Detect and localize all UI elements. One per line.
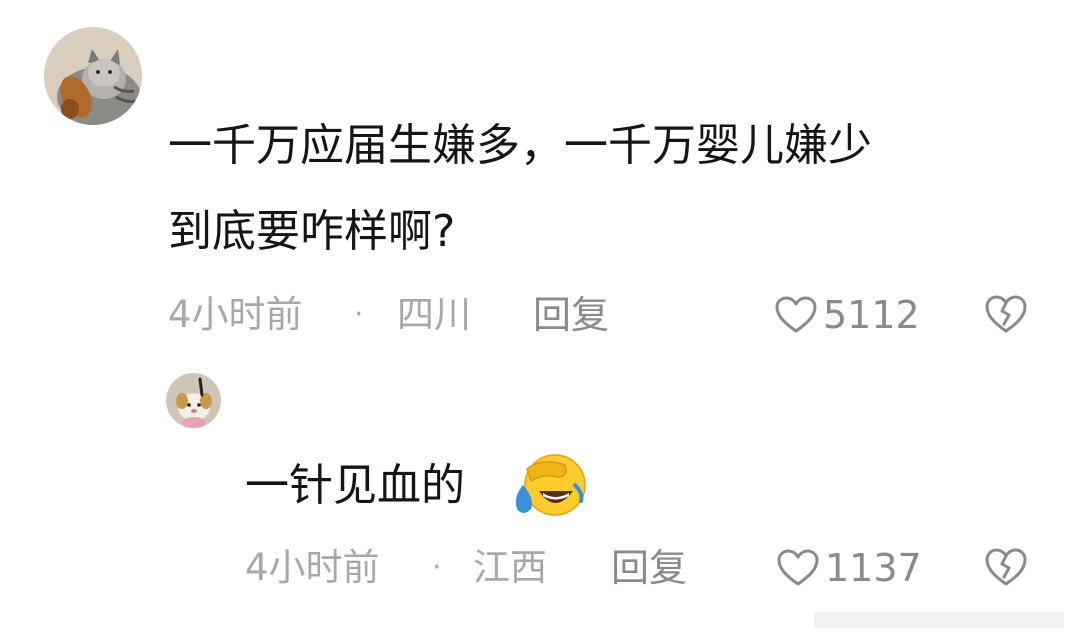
broken-heart-icon [985, 295, 1027, 333]
heart-outline-icon [775, 296, 817, 333]
cat-avatar-image [44, 27, 142, 125]
heart-outline-icon [777, 549, 819, 586]
dog-avatar-image [166, 373, 221, 428]
comment-timestamp: 4小时前 [168, 293, 303, 336]
dislike-button[interactable] [984, 294, 1028, 334]
comment-text-line-2: 到底要咋样啊? [168, 206, 456, 257]
reply-button[interactable]: 回复 [533, 290, 609, 340]
replier-avatar[interactable] [166, 373, 221, 428]
dislike-button[interactable] [984, 547, 1028, 587]
reply-timestamp: 4小时前 [245, 546, 380, 589]
reply-button[interactable]: 回复 [611, 543, 687, 593]
like-count: 1137 [825, 546, 922, 590]
commenter-avatar[interactable] [44, 27, 142, 125]
meta-separator: · [354, 297, 364, 332]
broken-heart-icon [985, 548, 1027, 586]
watermark [814, 604, 1064, 634]
comment-text-line-1: 一千万应届生嫌多，一千万婴儿嫌少 [168, 120, 872, 171]
laughing-crying-emoji [509, 451, 587, 519]
reply-text-content: 一针见血的 [245, 460, 465, 511]
reply-text: 一针见血的 [245, 456, 465, 516]
meta-separator: · [432, 550, 442, 585]
like-count: 5112 [823, 293, 920, 337]
like-button[interactable]: 5112 [775, 290, 920, 340]
like-button[interactable]: 1137 [777, 543, 922, 593]
reply-location: 江西 [473, 546, 547, 589]
comment-location: 四川 [397, 293, 471, 336]
